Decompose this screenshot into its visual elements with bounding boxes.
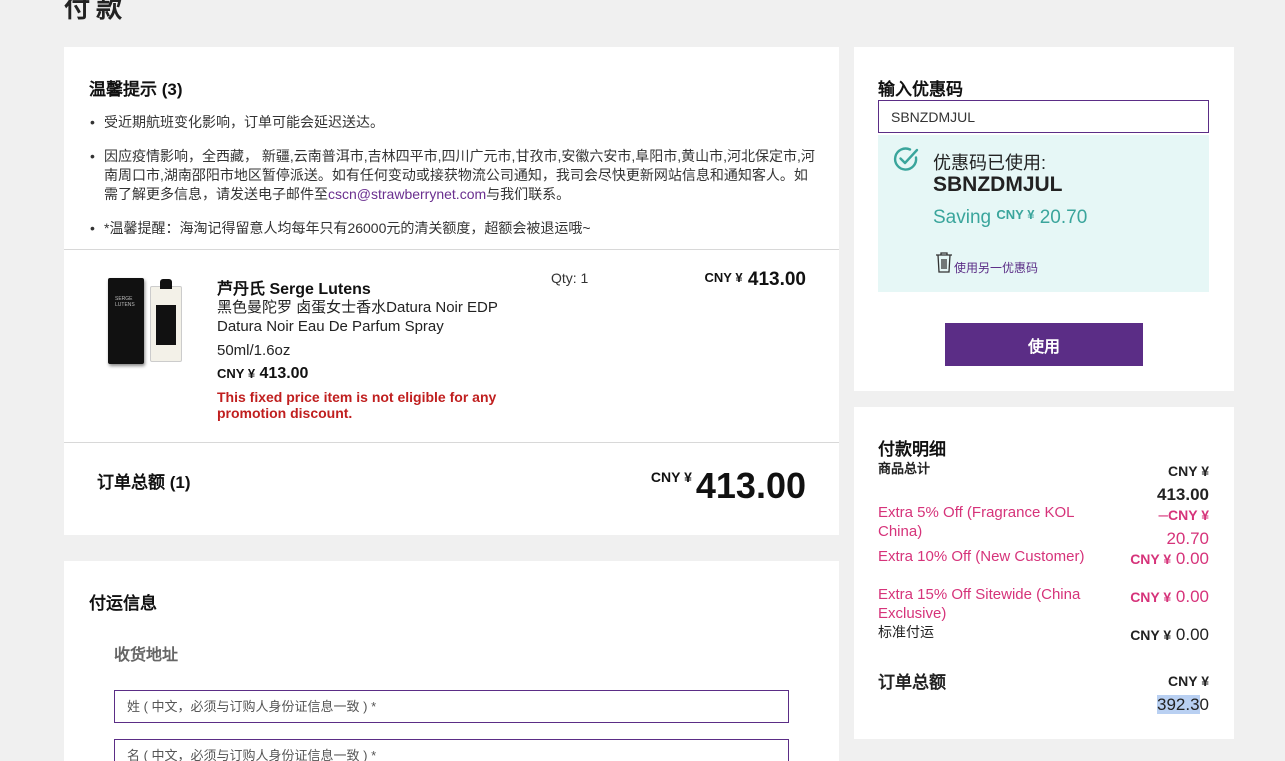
subtotal-value: 413.00 [1157,485,1209,504]
coupon-applied-label: 优惠码已使用: [933,153,1047,173]
discount-label: Extra 10% Off (New Customer) [878,548,1085,565]
currency-label: CNY ¥ [1168,673,1209,689]
page-title: 付款 [64,0,129,23]
shipping-label: 标准付运 [878,624,934,640]
summary-total-amount: CNY ¥ 392.30 [1156,669,1209,717]
price-value: 413.00 [259,365,309,382]
currency-label: CNY ¥ [1130,551,1172,567]
discount-amount: CNY ¥ 0.00 [1130,547,1209,571]
saving-label: Saving [933,207,992,228]
trash-icon[interactable] [934,251,954,273]
notice-list: 受近期航班变化影响，订单可能会延迟送达。 因应疫情影响，全西藏， 新疆,云南普洱… [90,113,816,253]
check-circle-icon [893,147,919,171]
product-image[interactable]: SERGE LUTENS [104,272,189,367]
divider [64,442,839,443]
saving-amount: 20.70 [1039,207,1088,228]
last-name-input[interactable] [114,690,789,723]
product-brand[interactable]: 芦丹氏 Serge Lutens [217,275,371,299]
currency-label: CNY ¥ [1130,627,1172,643]
notice-item: 受近期航班变化影响，订单可能会延迟送达。 [90,113,816,132]
subtotal-row: 商品总计 CNY ¥ 413.00 [878,459,1209,505]
cart-panel: 温馨提示 (3) 受近期航班变化影响，订单可能会延迟送达。 因应疫情影响，全西藏… [64,47,839,535]
currency-label: CNY ¥ [996,207,1035,222]
shipping-amount: CNY ¥ 0.00 [1130,623,1209,647]
order-total-label: 订单总额 (1) [97,473,191,492]
perfume-box-image: SERGE LUTENS [108,278,144,364]
discount-row: Extra 5% Off (Fragrance KOL China) –CNY … [878,503,1209,548]
discount-prefix: – [1158,505,1169,524]
discount-row: Extra 10% Off (New Customer) CNY ¥ 0.00 [878,547,1209,585]
email-link[interactable]: cscn@strawberrynet.com [328,186,486,202]
summary-total-selected: 392.3 [1156,695,1200,714]
order-total-price: CNY ¥413.00 [651,465,806,507]
shipping-panel: 付运信息 收货地址 [64,561,839,761]
currency-label: CNY ¥ [1168,507,1209,523]
shipping-row: 标准付运 CNY ¥ 0.00 [878,623,1209,651]
discount-label: Extra 5% Off (Fragrance KOL China) [878,504,1074,540]
first-name-input[interactable] [114,739,789,761]
payment-summary-panel: 付款明细 商品总计 CNY ¥ 413.00 Extra 5% Off (Frag… [854,407,1234,739]
notice-item: 因应疫情影响，全西藏， 新疆,云南普洱市,吉林四平市,四川广元市,甘孜市,安徽六… [90,147,816,204]
subtotal-amount: CNY ¥ 413.00 [1157,459,1209,507]
divider [64,249,839,250]
perfume-bottle-image [150,279,182,362]
coupon-saving: Saving CNY ¥ 20.70 [933,207,1087,229]
discount-label: Extra 15% Off Sitewide (China Exclusive) [878,586,1081,622]
coupon-panel: 输入优惠码 优惠码已使用: SBNZDMJUL Saving CNY ¥ 20.… [854,47,1234,391]
discount-value: 0.00 [1175,587,1209,606]
product-name[interactable]: 黑色曼陀罗 卤蛋女士香水Datura Noir EDP Datura Noir … [217,298,517,336]
coupon-applied-box: 优惠码已使用: SBNZDMJUL Saving CNY ¥ 20.70 使用另… [878,135,1209,292]
notice-title: 温馨提示 (3) [89,80,183,99]
line-total: CNY ¥ 413.00 [705,269,806,291]
currency-label: CNY ¥ [704,270,743,285]
summary-total-rest: 0 [1199,695,1209,714]
currency-label: CNY ¥ [650,469,692,485]
address-title: 收货地址 [114,647,179,664]
product-unit-price: CNY ¥ 413.00 [217,365,308,383]
summary-total-row: 订单总额 CNY ¥ 392.30 [878,669,1209,717]
currency-label: CNY ¥ [217,366,256,381]
summary-total-label: 订单总额 [878,673,946,692]
shipping-title: 付运信息 [89,594,157,613]
notice-suffix: 与我们联系。 [486,186,571,202]
subtotal-label: 商品总计 [878,461,931,476]
coupon-applied-code: SBNZDMJUL [933,173,1063,196]
use-another-coupon-link[interactable]: 使用另一优惠码 [954,259,1038,276]
shipping-value: 0.00 [1175,625,1209,644]
line-total-value: 413.00 [747,269,806,290]
product-size: 50ml/1.6oz [217,342,291,359]
discount-amount: –CNY ¥ 20.70 [1159,503,1209,551]
coupon-input[interactable] [878,100,1209,133]
summary-title: 付款明细 [878,440,946,459]
coupon-title: 输入优惠码 [878,80,963,99]
discount-row: Extra 15% Off Sitewide (China Exclusive)… [878,585,1209,623]
notice-item: *温馨提醒：海淘记得留意人均每年只有26000元的清关额度，超额会被退运哦~ [90,219,816,238]
order-total-value: 413.00 [695,465,806,506]
discount-amount: CNY ¥ 0.00 [1130,585,1209,609]
currency-label: CNY ¥ [1168,463,1209,479]
discount-value: 20.70 [1166,529,1209,548]
promotion-warning: This fixed price item is not eligible fo… [217,389,497,421]
currency-label: CNY ¥ [1130,589,1172,605]
apply-coupon-button[interactable]: 使用 [945,323,1143,366]
quantity-label: Qty: 1 [551,270,589,286]
discount-value: 0.00 [1175,549,1209,568]
